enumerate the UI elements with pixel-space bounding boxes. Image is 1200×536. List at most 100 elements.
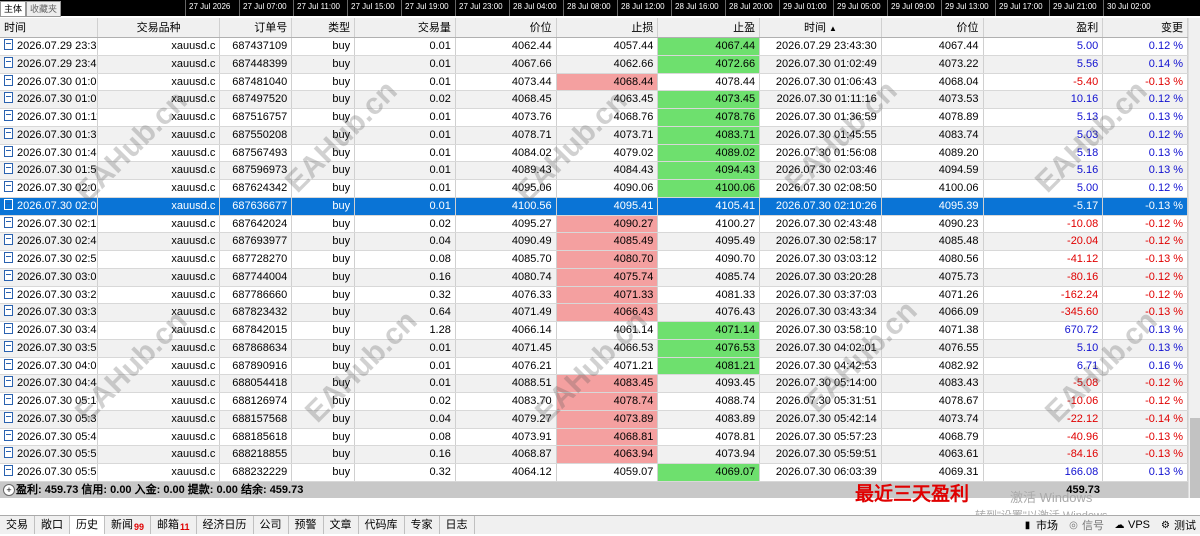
vertical-scrollbar[interactable] (1188, 18, 1200, 498)
header-close-price[interactable]: 价位 (882, 18, 984, 37)
header-stop-loss[interactable]: 止损 (557, 18, 659, 37)
cell-take-profit: 4078.76 (658, 109, 761, 126)
cell-volume: 0.08 (355, 428, 456, 446)
table-row[interactable]: 2026.07.30 02:03:46xauusd.c687624342buy0… (0, 180, 1189, 198)
symbol-tab-favorites[interactable]: 收藏夹 (26, 1, 62, 17)
status-signal[interactable]: ◎ 信号 (1068, 517, 1104, 533)
open-time-text: 2026.07.30 01:45:56 (17, 146, 97, 159)
cell-close-time: 2026.07.30 04:02:01 (760, 339, 882, 357)
table-row[interactable]: 2026.07.30 01:45:56xauusd.c687567493buy0… (0, 144, 1189, 163)
table-row[interactable]: 2026.07.30 04:44:06xauusd.c688054418buy0… (0, 375, 1189, 393)
tab-1[interactable]: 敞口 (35, 516, 70, 534)
cell-profit: -41.12 (984, 251, 1104, 268)
table-row[interactable]: 2026.07.30 05:57:24xauusd.c688218855buy0… (0, 446, 1189, 464)
tab-2[interactable]: 历史 (70, 516, 105, 534)
tab-6[interactable]: 公司 (254, 516, 289, 534)
table-row[interactable]: 2026.07.30 01:02:49xauusd.c687481040buy0… (0, 73, 1189, 92)
tab-8[interactable]: 文章 (324, 516, 359, 534)
cell-profit: -10.06 (984, 393, 1104, 410)
table-row[interactable]: 2026.07.30 02:58:17xauusd.c687728270buy0… (0, 251, 1189, 269)
cell-volume: 0.01 (355, 144, 456, 162)
time-axis-tick: 27 Jul 19:00 (401, 0, 449, 16)
status-label: 信号 (1081, 520, 1104, 532)
summary-text: 盈利: 459.73 信用: 0.00 入金: 0.00 提款: 0.00 结余… (16, 484, 304, 496)
status-market[interactable]: ▮ 市场 (1022, 517, 1058, 533)
cell-type: buy (292, 446, 356, 463)
table-row[interactable]: 2026.07.30 05:59:52xauusd.c688232229buy0… (0, 464, 1189, 482)
cell-type: buy (292, 109, 356, 126)
scrollbar-thumb[interactable] (1190, 418, 1200, 498)
tab-11[interactable]: 日志 (440, 516, 475, 534)
table-row[interactable]: 2026.07.30 02:10:27xauusd.c687642024buy0… (0, 215, 1189, 234)
symbol-tab-main[interactable]: 主体 (0, 1, 27, 17)
cell-type: buy (292, 38, 356, 55)
table-row[interactable]: 2026.07.30 03:37:04xauusd.c687823432buy0… (0, 304, 1189, 322)
cell-type: buy (292, 428, 356, 446)
cell-order-id: 687481040 (220, 73, 293, 91)
table-row[interactable]: 2026.07.30 03:43:36xauusd.c687842015buy1… (0, 322, 1189, 340)
table-row[interactable]: 2026.07.29 23:43:30xauusd.c687448399buy0… (0, 55, 1189, 74)
table-row[interactable]: 2026.07.30 03:20:29xauusd.c687786660buy0… (0, 286, 1189, 305)
cell-order-id: 687448399 (220, 55, 293, 73)
cell-volume: 0.02 (355, 215, 456, 233)
table-row[interactable]: 2026.07.30 05:14:02xauusd.c688126974buy0… (0, 393, 1189, 411)
cell-type: buy (292, 126, 356, 144)
cell-profit: -10.08 (984, 215, 1104, 233)
header-close-time-label: 时间 (803, 22, 826, 34)
tab-10[interactable]: 专家 (405, 516, 440, 534)
table-row[interactable]: 2026.07.30 01:56:09xauusd.c687596973buy0… (0, 162, 1189, 180)
cell-volume: 0.08 (355, 251, 456, 268)
market-icon: ▮ (1024, 519, 1031, 531)
cell-take-profit: 4073.45 (658, 91, 761, 108)
header-volume[interactable]: 交易量 (355, 18, 456, 37)
tab-7[interactable]: 预警 (289, 516, 324, 534)
table-row[interactable]: 2026.07.30 01:37:00xauusd.c687550208buy0… (0, 126, 1189, 145)
header-profit[interactable]: 盈利 (984, 18, 1104, 37)
expand-icon[interactable]: + (3, 484, 15, 496)
table-row[interactable]: 2026.07.30 03:58:11xauusd.c687868634buy0… (0, 339, 1189, 358)
cell-open-time: 2026.07.30 03:20:29 (0, 286, 98, 304)
tab-9[interactable]: 代码库 (359, 516, 405, 534)
header-open-price[interactable]: 价位 (456, 18, 557, 37)
table-row[interactable]: 2026.07.29 23:38:26xauusd.c687437109buy0… (0, 38, 1189, 56)
status-tester[interactable]: ⚙ 测试 (1160, 517, 1196, 533)
cell-close-time: 2026.07.30 01:11:16 (760, 91, 882, 108)
header-open-time[interactable]: 时间 (0, 18, 98, 37)
tab-3[interactable]: 新闻99 (105, 516, 152, 534)
header-type[interactable]: 类型 (292, 18, 356, 37)
cell-open-price: 4073.76 (456, 109, 557, 126)
table-row[interactable]: 2026.07.30 01:06:43xauusd.c687497520buy0… (0, 91, 1189, 109)
header-change[interactable]: 变更 (1103, 18, 1189, 37)
cell-symbol: xauusd.c (98, 268, 221, 286)
cell-change: 0.12 % (1103, 180, 1189, 197)
table-row[interactable]: 2026.07.30 03:03:13xauusd.c687744004buy0… (0, 268, 1189, 287)
open-time-text: 2026.07.30 05:14:02 (17, 395, 97, 407)
tab-4[interactable]: 邮箱11 (151, 516, 197, 534)
cell-change: -0.13 % (1103, 446, 1189, 463)
status-vps[interactable]: ☁ VPS (1114, 519, 1150, 531)
header-take-profit[interactable]: 止盈 (658, 18, 761, 37)
cell-profit: 6.71 (984, 357, 1104, 375)
cell-symbol: xauusd.c (98, 322, 221, 339)
header-order[interactable]: 订单号 (220, 18, 293, 37)
header-symbol[interactable]: 交易品种 (98, 18, 221, 37)
cell-close-price: 4083.43 (882, 375, 984, 392)
cell-close-price: 4069.31 (882, 464, 984, 481)
tab-label: 日志 (445, 519, 468, 531)
tab-0[interactable]: 交易 (0, 516, 35, 534)
cell-take-profit: 4078.81 (658, 428, 761, 446)
table-row[interactable]: 2026.07.30 02:08:51xauusd.c687636677buy0… (0, 197, 1189, 216)
time-axis-tick: 27 Jul 23:00 (455, 0, 503, 16)
table-row[interactable]: 2026.07.30 05:42:16xauusd.c688185618buy0… (0, 428, 1189, 447)
open-time-text: 2026.07.30 01:11:17 (17, 111, 97, 123)
cell-open-time: 2026.07.30 01:37:00 (0, 126, 98, 144)
header-close-time[interactable]: 时间 ▲ (760, 18, 882, 37)
tab-label: 文章 (329, 519, 352, 531)
table-row[interactable]: 2026.07.30 05:31:52xauusd.c688157568buy0… (0, 410, 1189, 429)
table-row[interactable]: 2026.07.30 02:43:49xauusd.c687693977buy0… (0, 233, 1189, 251)
cell-order-id: 687890916 (220, 357, 293, 375)
tab-5[interactable]: 经济日历 (197, 516, 254, 534)
table-row[interactable]: 2026.07.30 04:02:02xauusd.c687890916buy0… (0, 357, 1189, 376)
table-row[interactable]: 2026.07.30 01:11:17xauusd.c687516757buy0… (0, 109, 1189, 127)
deal-icon (4, 447, 13, 459)
